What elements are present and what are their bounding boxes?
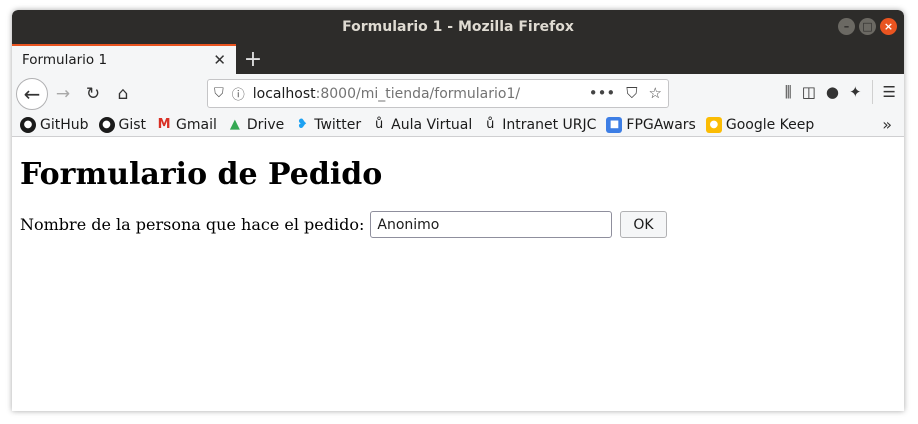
url-path: :8000/mi_tienda/formulario1/ (315, 85, 521, 102)
tab-label: Formulario 1 (22, 52, 108, 68)
page-heading: Formulario de Pedido (20, 157, 383, 192)
github-icon: ● (98, 116, 115, 133)
bookmark-star-icon[interactable]: ☆ (649, 84, 662, 102)
bookmark-label: GitHub (40, 116, 89, 133)
bookmark-label: Google Keep (725, 116, 815, 133)
fpgawars-icon: ■ (606, 116, 623, 133)
maximize-icon[interactable]: □ (859, 18, 876, 35)
bookmark-gmail[interactable]: M Gmail (156, 117, 217, 133)
bookmark-github[interactable]: ● GitHub (20, 116, 89, 133)
url-actions: ••• ⛉ ☆ (589, 84, 662, 102)
minimize-icon[interactable]: – (838, 18, 855, 35)
back-icon[interactable]: ← (16, 77, 48, 110)
bookmark-label: Gmail (176, 116, 217, 133)
bookmarks-toolbar: ● GitHub ● Gist M Gmail ▲ Drive ❥ Twitter ů Au… (12, 113, 904, 137)
navigation-bar: ← → ↻ ⌂ ⛉ ⓘ localhost:8000/mi_tienda/for… (12, 74, 904, 113)
window-controls: – □ × (838, 18, 897, 35)
browser-window: Formulario 1 - Mozilla Firefox – □ × For… (12, 10, 904, 411)
bookmark-fpgawars[interactable]: ■ FPGAwars (606, 116, 696, 133)
gmail-icon: M (157, 116, 171, 132)
toolbar-right: ⫼ ◫ ● ✦ ☰ (785, 80, 896, 104)
github-icon: ● (20, 116, 36, 133)
bookmark-google-keep[interactable]: ● Google Keep (705, 116, 815, 133)
toolbar-divider (871, 80, 873, 104)
sidebar-icon[interactable]: ◫ (802, 83, 816, 101)
tab-close-icon[interactable]: ✕ (213, 51, 226, 69)
name-field-label: Nombre de la persona que hace el pedido: (20, 215, 365, 234)
page-content: Formulario de Pedido Nombre de la person… (12, 137, 904, 256)
forward-icon[interactable]: → (48, 79, 78, 109)
bookmark-label: Twitter (314, 116, 362, 133)
keep-icon: ● (705, 116, 722, 133)
home-icon[interactable]: ⌂ (108, 79, 138, 109)
bookmark-drive[interactable]: ▲ Drive (227, 117, 284, 133)
tab-bar: Formulario 1 ✕ + (12, 44, 904, 74)
close-icon[interactable]: × (880, 18, 897, 35)
page-actions-icon[interactable]: ••• (589, 84, 616, 102)
chevron-right-double-icon[interactable]: » (882, 115, 892, 134)
url-bar[interactable]: ⛉ ⓘ localhost:8000/mi_tienda/formulario1… (207, 79, 669, 108)
bookmark-label: Gist (118, 116, 147, 133)
twitter-icon: ❥ (296, 116, 308, 132)
pocket-icon[interactable]: ⛉ (626, 84, 637, 102)
name-input[interactable] (370, 211, 613, 238)
account-icon[interactable]: ● (826, 83, 839, 101)
tab-formulario[interactable]: Formulario 1 ✕ (12, 44, 236, 74)
bookmark-label: FPGAwars (626, 116, 696, 133)
gnome-extension-icon[interactable]: ✦ (849, 83, 862, 101)
bookmark-intranet-urjc[interactable]: ů Intranet URJC (482, 117, 596, 133)
bookmark-label: Intranet URJC (502, 116, 597, 133)
new-tab-icon[interactable]: + (236, 44, 270, 74)
bookmark-gist[interactable]: ● Gist (98, 116, 147, 133)
site-info-icon[interactable]: ⓘ (232, 84, 245, 103)
bookmark-label: Drive (246, 116, 285, 133)
menu-icon[interactable]: ☰ (883, 83, 896, 101)
urjc-icon: ů (375, 116, 384, 132)
order-form: Nombre de la persona que hace el pedido:… (20, 211, 896, 238)
urjc-icon: ů (486, 116, 495, 132)
library-icon[interactable]: ⫼ (785, 83, 792, 101)
reload-icon[interactable]: ↻ (78, 79, 108, 109)
drive-icon: ▲ (229, 116, 240, 132)
window-title: Formulario 1 - Mozilla Firefox (342, 19, 574, 35)
bookmark-twitter[interactable]: ❥ Twitter (294, 117, 361, 133)
tracking-shield-icon[interactable]: ⛉ (214, 86, 224, 101)
bookmark-label: Aula Virtual (391, 116, 473, 133)
title-bar: Formulario 1 - Mozilla Firefox – □ × (12, 10, 904, 44)
bookmark-aula-virtual[interactable]: ů Aula Virtual (371, 117, 472, 133)
ok-button[interactable]: OK (620, 211, 667, 238)
url-host: localhost (252, 85, 316, 102)
